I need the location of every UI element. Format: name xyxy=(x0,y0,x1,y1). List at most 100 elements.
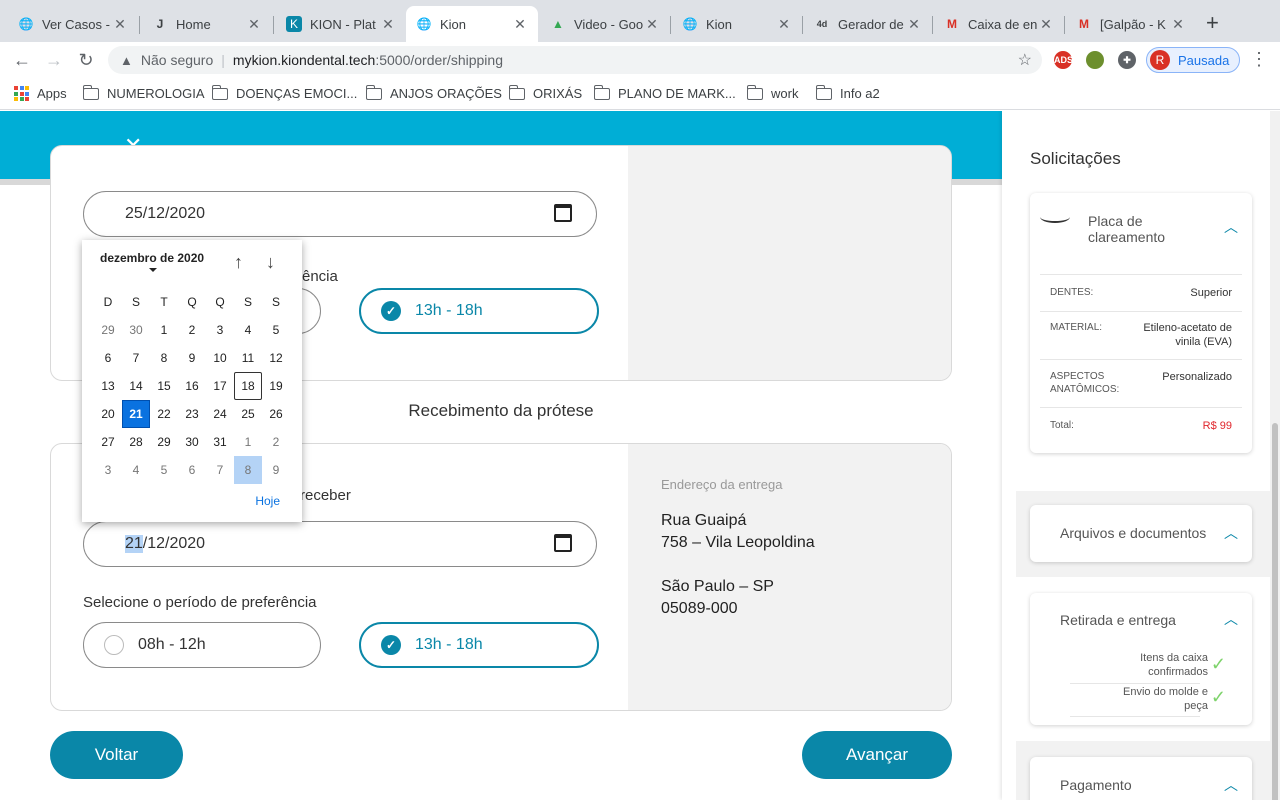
calendar-day[interactable]: 31 xyxy=(206,428,234,456)
calendar-day[interactable]: 4 xyxy=(122,456,150,484)
caret-down-icon[interactable] xyxy=(149,268,157,272)
calendar-day[interactable]: 29 xyxy=(94,316,122,344)
browser-tab[interactable]: J Home ✕ xyxy=(142,6,272,42)
calendar-day[interactable]: 28 xyxy=(122,428,150,456)
calendar-icon[interactable] xyxy=(554,204,572,222)
reload-icon[interactable]: ↻ xyxy=(74,48,98,72)
browser-tab[interactable]: K KION - Plat ✕ xyxy=(276,6,406,42)
calendar-day[interactable]: 21 xyxy=(122,400,150,428)
calendar-day[interactable]: 17 xyxy=(206,372,234,400)
puzzle-extensions-icon[interactable]: ✚ xyxy=(1118,51,1136,69)
calendar-day[interactable]: 27 xyxy=(94,428,122,456)
delivery-date-input[interactable]: 21/12/2020 xyxy=(83,521,597,567)
calendar-day[interactable]: 30 xyxy=(122,316,150,344)
calendar-day[interactable]: 2 xyxy=(262,428,290,456)
new-tab-icon[interactable]: + xyxy=(1206,10,1219,36)
calendar-icon[interactable] xyxy=(554,534,572,552)
close-tab-icon[interactable]: ✕ xyxy=(776,16,792,33)
calendar-day[interactable]: 7 xyxy=(122,344,150,372)
browser-tab[interactable]: 🌐 Ver Casos - ✕ xyxy=(8,6,138,42)
forward-arrow-icon[interactable]: → xyxy=(42,48,66,72)
calendar-day[interactable]: 3 xyxy=(206,316,234,344)
calendar-day[interactable]: 13 xyxy=(94,372,122,400)
next-button[interactable]: Avançar xyxy=(802,731,952,779)
calendar-day[interactable]: 30 xyxy=(178,428,206,456)
extension-icon[interactable] xyxy=(1086,51,1104,69)
bookmark-folder[interactable]: ANJOS ORAÇÕES xyxy=(365,84,502,101)
bookmark-folder[interactable]: PLANO DE MARK... xyxy=(593,84,736,101)
close-tab-icon[interactable]: ✕ xyxy=(1170,16,1186,33)
close-tab-icon[interactable]: ✕ xyxy=(906,16,922,33)
calendar-day[interactable]: 14 xyxy=(122,372,150,400)
calendar-day[interactable]: 1 xyxy=(234,428,262,456)
calendar-day[interactable]: 20 xyxy=(94,400,122,428)
browser-tab-active[interactable]: 🌐 Kion ✕ xyxy=(406,6,538,42)
back-button[interactable]: Voltar xyxy=(50,731,183,779)
today-button[interactable]: Hoje xyxy=(255,494,280,508)
close-tab-icon[interactable]: ✕ xyxy=(1038,16,1054,33)
pickup-date-input[interactable]: 25/12/2020 xyxy=(83,191,597,237)
chevron-up-icon[interactable]: ︿ xyxy=(1224,609,1238,629)
delivery-period-option-2[interactable]: ✓ 13h - 18h xyxy=(359,622,599,668)
calendar-day[interactable]: 7 xyxy=(206,456,234,484)
bookmark-folder[interactable]: work xyxy=(746,84,798,101)
calendar-day[interactable]: 6 xyxy=(178,456,206,484)
close-tab-icon[interactable]: ✕ xyxy=(112,16,128,33)
calendar-day[interactable]: 2 xyxy=(178,316,206,344)
calendar-day[interactable]: 11 xyxy=(234,344,262,372)
calendar-day[interactable]: 5 xyxy=(150,456,178,484)
close-tab-icon[interactable]: ✕ xyxy=(512,16,528,33)
calendar-day[interactable]: 16 xyxy=(178,372,206,400)
close-tab-icon[interactable]: ✕ xyxy=(644,16,660,33)
ads-extension-icon[interactable]: ADS xyxy=(1054,51,1073,69)
browser-tab[interactable]: M Caixa de en ✕ xyxy=(934,6,1064,42)
chevron-up-icon[interactable]: ︿ xyxy=(1224,217,1238,237)
profile-button[interactable]: R Pausada xyxy=(1146,47,1240,73)
bookmark-folder[interactable]: NUMEROLOGIA xyxy=(82,84,205,101)
calendar-day[interactable]: 12 xyxy=(262,344,290,372)
chevron-up-icon[interactable]: ︿ xyxy=(1224,775,1238,795)
chevron-up-icon[interactable]: ︿ xyxy=(1224,523,1238,543)
calendar-day[interactable]: 1 xyxy=(150,316,178,344)
scrollbar[interactable] xyxy=(1270,111,1280,800)
arrow-up-icon[interactable]: ↑ xyxy=(234,252,243,273)
back-arrow-icon[interactable]: ← xyxy=(10,48,34,72)
calendar-day[interactable]: 4 xyxy=(234,316,262,344)
arrow-down-icon[interactable]: ↓ xyxy=(266,252,275,273)
calendar-day[interactable]: 22 xyxy=(150,400,178,428)
calendar-day[interactable]: 8 xyxy=(234,456,262,484)
bookmark-folder[interactable]: Info a2 xyxy=(815,84,880,101)
calendar-day[interactable]: 23 xyxy=(178,400,206,428)
calendar-day[interactable]: 24 xyxy=(206,400,234,428)
browser-tab[interactable]: 4d Gerador de ✕ xyxy=(804,6,932,42)
calendar-day[interactable]: 5 xyxy=(262,316,290,344)
calendar-day[interactable]: 6 xyxy=(94,344,122,372)
bookmark-folder[interactable]: ORIXÁS xyxy=(508,84,582,101)
calendar-day[interactable]: 3 xyxy=(94,456,122,484)
address-bar[interactable]: ▲ Não seguro | mykion.kiondental.tech :5… xyxy=(108,46,1042,74)
close-tab-icon[interactable]: ✕ xyxy=(380,16,396,33)
close-tab-icon[interactable]: ✕ xyxy=(246,16,262,33)
calendar-day[interactable]: 9 xyxy=(178,344,206,372)
calendar-day[interactable]: 29 xyxy=(150,428,178,456)
calendar-day[interactable]: 19 xyxy=(262,372,290,400)
bookmark-folder[interactable]: DOENÇAS EMOCI... xyxy=(211,84,357,101)
calendar-day[interactable]: 18 xyxy=(234,372,262,400)
browser-tab[interactable]: 🌐 Kion ✕ xyxy=(672,6,802,42)
calendar-day[interactable]: 25 xyxy=(234,400,262,428)
bookmark-star-icon[interactable]: ☆ xyxy=(1018,50,1032,70)
calendar-day[interactable]: 9 xyxy=(262,456,290,484)
calendar-day[interactable]: 15 xyxy=(150,372,178,400)
kebab-menu-icon[interactable]: ⋮ xyxy=(1250,49,1268,70)
calendar-day[interactable]: 26 xyxy=(262,400,290,428)
browser-tab[interactable]: ▲ Video - Goo ✕ xyxy=(540,6,670,42)
calendar-day[interactable]: 10 xyxy=(206,344,234,372)
calendar-day[interactable]: 8 xyxy=(150,344,178,372)
bookmark-apps[interactable]: Apps xyxy=(14,86,67,101)
payment-card[interactable]: Pagamento ︿ xyxy=(1030,757,1252,800)
delivery-period-option-1[interactable]: 08h - 12h xyxy=(83,622,321,668)
files-card[interactable]: Arquivos e documentos ︿ xyxy=(1030,505,1252,562)
browser-tab[interactable]: M [Galpão - K ✕ xyxy=(1066,6,1196,42)
month-select[interactable]: dezembro de 2020 xyxy=(100,251,204,265)
pickup-period-option-2[interactable]: ✓ 13h - 18h xyxy=(359,288,599,334)
